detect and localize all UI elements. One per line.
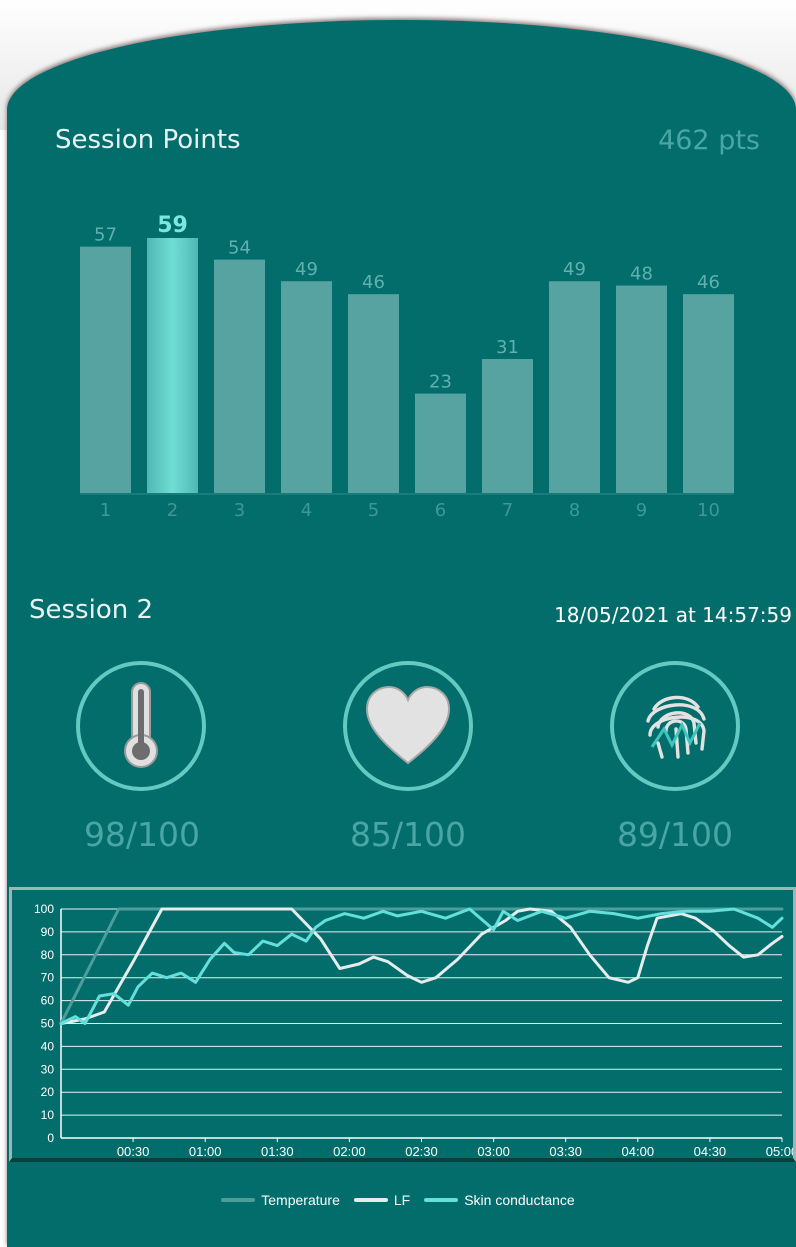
bar-value-label: 46	[697, 272, 720, 293]
y-tick-label: 90	[41, 925, 55, 939]
bar[interactable]	[549, 281, 600, 493]
x-tick-label: 6	[435, 500, 446, 521]
skin-conductance-metric-button[interactable]	[610, 661, 740, 791]
legend-swatch	[221, 1198, 256, 1202]
x-tick-label: 03:00	[477, 1144, 510, 1158]
temperature-series-line	[59, 907, 784, 1025]
chart-legend: Temperature LF Skin conductance	[0, 1192, 796, 1208]
bar-value-label: 57	[94, 225, 117, 246]
bar-value-label: 49	[563, 259, 586, 280]
line-chart-frame: 0 10 20 30 40 50 60 70 80 90 100 00:30 01:00 01:30 02:…	[9, 887, 796, 1162]
bar-value-label: 46	[362, 272, 385, 293]
bar[interactable]	[482, 359, 533, 493]
bar-value-label: 48	[630, 264, 653, 285]
x-tick-label: 10	[697, 500, 720, 521]
bar[interactable]	[281, 281, 332, 493]
bar-value-label: 59	[157, 213, 188, 238]
lf-series-line	[59, 907, 784, 1025]
skin-conductance-series-line	[59, 907, 784, 1025]
y-tick-label: 10	[41, 1108, 55, 1122]
x-tick-label: 00:30	[117, 1144, 150, 1158]
temperature-metric-button[interactable]	[76, 661, 206, 791]
fingerprint-icon	[646, 695, 706, 759]
bar[interactable]	[214, 259, 265, 493]
y-tick-label: 70	[41, 971, 55, 985]
x-tick-label: 01:00	[189, 1144, 222, 1158]
app-root: Session Points 462 pts 57 1 59 2 54 3 49 4 46 5 23…	[0, 0, 796, 1247]
x-tick-label: 02:30	[405, 1144, 438, 1158]
biometrics-line-chart: 0 10 20 30 40 50 60 70 80 90 100 00:30 01:00 01:30 02:…	[34, 902, 793, 1158]
bar[interactable]	[348, 294, 399, 493]
x-tick-label: 5	[368, 500, 379, 521]
session-title: Session 2	[29, 595, 154, 625]
legend-item-temperature: Temperature	[221, 1192, 340, 1208]
heart-icon	[365, 685, 451, 765]
x-tick-label: 05:00	[766, 1144, 793, 1158]
bar[interactable]	[415, 393, 466, 493]
y-tick-label: 30	[41, 1062, 55, 1076]
thermometer-icon	[124, 682, 158, 768]
x-tick-label: 04:30	[694, 1144, 727, 1158]
x-tick-label: 02:00	[333, 1144, 366, 1158]
session-points-bar-chart: 57 1 59 2 54 3 49 4 46 5 23 6 31 7 49 8 48 9 46 10	[80, 213, 734, 521]
legend-swatch	[353, 1198, 388, 1202]
y-tick-label: 0	[47, 1131, 54, 1145]
x-tick-label: 7	[502, 500, 513, 521]
y-tick-label: 20	[41, 1085, 55, 1099]
bar[interactable]	[147, 238, 198, 493]
legend-label: Skin conductance	[464, 1192, 575, 1208]
bar-value-label: 54	[228, 238, 251, 259]
bar-value-label: 23	[429, 372, 452, 393]
skin-conductance-score: 89/100	[616, 815, 734, 854]
x-tick-label: 8	[569, 500, 580, 521]
x-tick-label: 03:30	[549, 1144, 582, 1158]
bar-value-label: 31	[496, 337, 519, 358]
x-tick-label: 4	[301, 500, 312, 521]
bar-value-label: 49	[295, 259, 318, 280]
x-tick-label: 01:30	[261, 1144, 294, 1158]
bar[interactable]	[683, 294, 734, 493]
session-datetime: 18/05/2021 at 14:57:59	[554, 603, 792, 627]
legend-label: LF	[393, 1192, 411, 1208]
x-tick-label: 04:00	[622, 1144, 655, 1158]
legend-swatch	[424, 1198, 459, 1202]
y-tick-label: 50	[41, 1017, 55, 1031]
bar[interactable]	[80, 246, 131, 493]
y-tick-label: 80	[41, 948, 55, 962]
x-tick-label: 1	[100, 500, 111, 521]
heart-rate-score: 85/100	[349, 815, 467, 854]
temperature-score: 98/100	[83, 815, 201, 854]
x-tick-label: 2	[167, 500, 178, 521]
heart-rate-metric-button[interactable]	[343, 661, 473, 791]
y-tick-label: 40	[41, 1039, 55, 1053]
legend-item-lf: LF	[353, 1192, 411, 1208]
y-tick-label: 60	[41, 994, 55, 1008]
bar[interactable]	[616, 285, 667, 493]
x-tick-label: 9	[636, 500, 647, 521]
y-tick-label: 100	[34, 902, 54, 916]
x-tick-label: 3	[234, 500, 245, 521]
legend-item-skin-conductance: Skin conductance	[424, 1192, 575, 1208]
legend-label: Temperature	[261, 1192, 340, 1208]
